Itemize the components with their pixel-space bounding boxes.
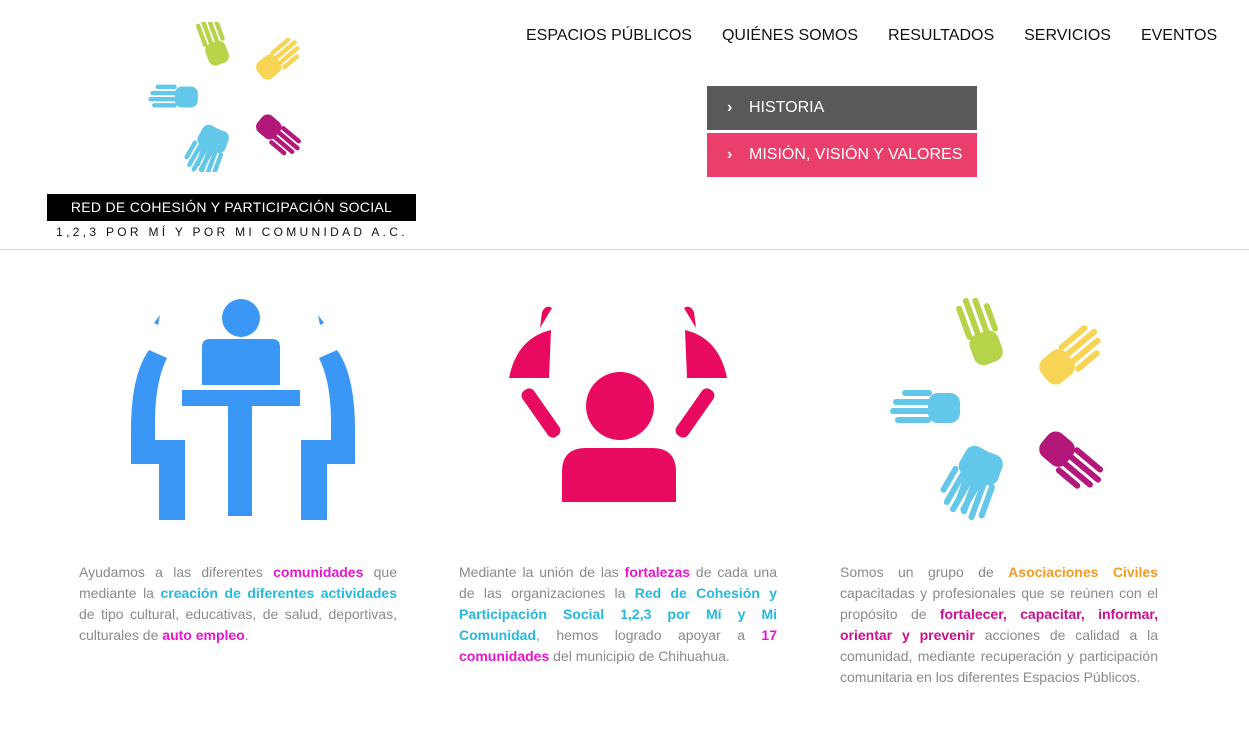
logo-subtitle: 1,2,3 POR MÍ Y POR MI COMUNIDAD A.C. [56, 225, 408, 239]
hands-circle-icon [890, 297, 1103, 520]
quienes-somos-submenu: › HISTORIA › MISIÓN, VISIÓN Y VALORES [707, 86, 977, 180]
hand-magenta [256, 114, 301, 156]
nav-espacios-publicos[interactable]: ESPACIOS PÚBLICOS [520, 27, 707, 45]
site-logo[interactable]: RED DE COHESIÓN Y PARTICIPACIÓN SOCIAL 1… [47, 22, 417, 242]
logo-title-bar: RED DE COHESIÓN Y PARTICIPACIÓN SOCIAL [47, 194, 416, 221]
submenu-item-mision[interactable]: › MISIÓN, VISIÓN Y VALORES [707, 133, 977, 177]
site-header: RED DE COHESIÓN Y PARTICIPACIÓN SOCIAL 1… [0, 0, 1249, 250]
submenu-item-label: MISIÓN, VISIÓN Y VALORES [749, 146, 963, 163]
nav-quienes-somos[interactable]: QUIÉNES SOMOS [707, 27, 873, 45]
meeting-table-icon [131, 299, 355, 520]
hand-yellow [256, 37, 300, 80]
feature-text-network: Mediante la unión de las fortalezas de c… [459, 564, 777, 664]
submenu-item-historia[interactable]: › HISTORIA [707, 86, 977, 130]
submenu-item-label: HISTORIA [749, 99, 825, 116]
hand-green [196, 22, 229, 66]
nav-eventos[interactable]: EVENTOS [1126, 27, 1232, 45]
hands-logo-icon [148, 22, 301, 172]
group-people-icon [509, 306, 727, 502]
hand-cyan-2 [148, 84, 198, 108]
nav-resultados[interactable]: RESULTADOS [873, 27, 1009, 45]
main-nav: ESPACIOS PÚBLICOS QUIÉNES SOMOS RESULTAD… [520, 27, 1232, 45]
feature-text-associations: Somos un grupo de Asociaciones Civiles c… [840, 564, 1159, 685]
feature-text-communities: Ayudamos a las diferentes comunidades qu… [79, 564, 397, 643]
chevron-right-icon: › [727, 146, 733, 163]
chevron-right-icon: › [727, 99, 733, 116]
nav-servicios[interactable]: SERVICIOS [1009, 27, 1126, 45]
